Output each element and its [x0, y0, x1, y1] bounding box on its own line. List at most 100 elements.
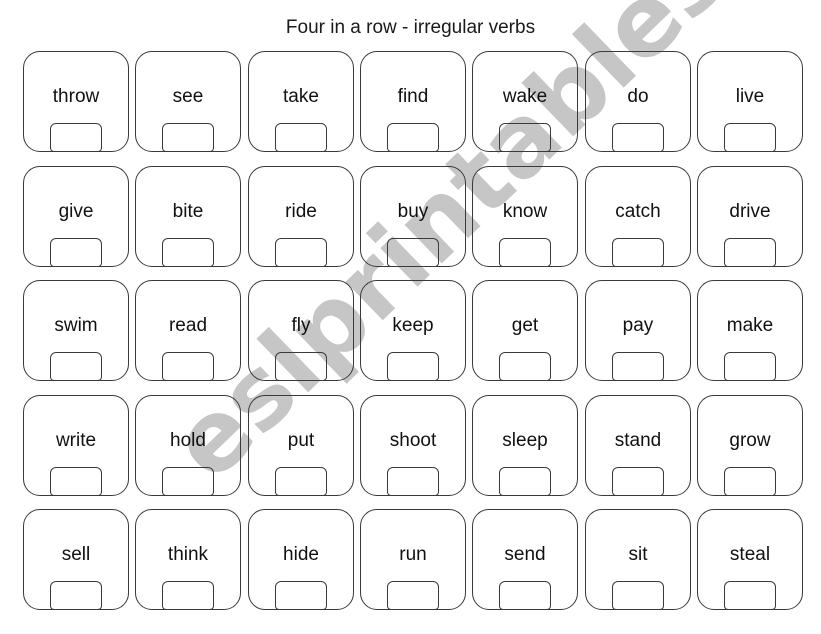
verb-label: stand [614, 430, 662, 451]
verb-label: drive [729, 201, 771, 222]
answer-slot[interactable] [387, 581, 439, 610]
verb-card[interactable]: live [697, 51, 803, 152]
verb-card[interactable]: grow [697, 395, 803, 496]
verb-card[interactable]: sell [23, 509, 129, 610]
verb-label: ride [285, 201, 317, 222]
answer-slot[interactable] [499, 581, 551, 610]
verb-label: wake [502, 86, 548, 107]
verb-label: take [283, 86, 319, 107]
verb-card[interactable]: send [472, 509, 578, 610]
verb-card[interactable]: sit [585, 509, 691, 610]
verb-card[interactable]: know [472, 166, 578, 267]
verb-card[interactable]: steal [697, 509, 803, 610]
verb-card[interactable]: fly [248, 280, 354, 381]
verb-label: send [504, 544, 546, 565]
verb-card[interactable]: see [135, 51, 241, 152]
answer-slot[interactable] [387, 352, 439, 381]
verb-card[interactable]: catch [585, 166, 691, 267]
answer-slot[interactable] [275, 581, 327, 610]
verb-card[interactable]: ride [248, 166, 354, 267]
verb-card[interactable]: drive [697, 166, 803, 267]
verb-card[interactable]: read [135, 280, 241, 381]
verb-label: buy [397, 201, 429, 222]
verb-card[interactable]: find [360, 51, 466, 152]
answer-slot[interactable] [50, 581, 102, 610]
verb-label: put [287, 430, 315, 451]
answer-slot[interactable] [50, 352, 102, 381]
verb-card[interactable]: make [697, 280, 803, 381]
answer-slot[interactable] [499, 352, 551, 381]
answer-slot[interactable] [612, 467, 664, 496]
verb-card[interactable]: buy [360, 166, 466, 267]
verb-label: hold [170, 430, 206, 451]
answer-slot[interactable] [724, 467, 776, 496]
verb-label: shoot [389, 430, 437, 451]
verb-label: throw [52, 86, 100, 107]
verb-label: sell [61, 544, 91, 565]
verb-card[interactable]: keep [360, 280, 466, 381]
verb-label: give [58, 201, 94, 222]
verb-card[interactable]: do [585, 51, 691, 152]
verb-card[interactable]: put [248, 395, 354, 496]
verb-label: pay [622, 315, 654, 336]
verb-label: run [399, 544, 427, 565]
verb-card[interactable]: write [23, 395, 129, 496]
verb-board: throw see take find wake do live give bite ride bu… [0, 0, 821, 634]
answer-slot[interactable] [50, 123, 102, 152]
answer-slot[interactable] [275, 123, 327, 152]
verb-label: make [726, 315, 774, 336]
verb-card[interactable]: wake [472, 51, 578, 152]
verb-card[interactable]: hold [135, 395, 241, 496]
verb-card[interactable]: get [472, 280, 578, 381]
verb-label: write [55, 430, 97, 451]
answer-slot[interactable] [275, 467, 327, 496]
answer-slot[interactable] [162, 467, 214, 496]
verb-label: catch [615, 201, 661, 222]
verb-card[interactable]: stand [585, 395, 691, 496]
verb-label: fly [291, 315, 311, 336]
verb-label: sit [628, 544, 648, 565]
answer-slot[interactable] [387, 123, 439, 152]
answer-slot[interactable] [387, 238, 439, 267]
verb-card[interactable]: sleep [472, 395, 578, 496]
verb-card[interactable]: think [135, 509, 241, 610]
answer-slot[interactable] [162, 123, 214, 152]
verb-label: grow [729, 430, 771, 451]
answer-slot[interactable] [162, 238, 214, 267]
answer-slot[interactable] [499, 123, 551, 152]
verb-card[interactable]: throw [23, 51, 129, 152]
verb-label: find [397, 86, 429, 107]
answer-slot[interactable] [612, 123, 664, 152]
verb-label: read [168, 315, 208, 336]
verb-card[interactable]: pay [585, 280, 691, 381]
answer-slot[interactable] [275, 238, 327, 267]
verb-card[interactable]: shoot [360, 395, 466, 496]
verb-card[interactable]: take [248, 51, 354, 152]
answer-slot[interactable] [724, 352, 776, 381]
verb-card[interactable]: bite [135, 166, 241, 267]
verb-label: live [735, 86, 765, 107]
verb-label: do [627, 86, 649, 107]
verb-label: steal [729, 544, 771, 565]
verb-card[interactable]: hide [248, 509, 354, 610]
verb-card[interactable]: give [23, 166, 129, 267]
answer-slot[interactable] [162, 581, 214, 610]
answer-slot[interactable] [50, 238, 102, 267]
answer-slot[interactable] [612, 581, 664, 610]
answer-slot[interactable] [499, 467, 551, 496]
answer-slot[interactable] [612, 238, 664, 267]
answer-slot[interactable] [724, 581, 776, 610]
verb-card[interactable]: run [360, 509, 466, 610]
verb-label: think [167, 544, 209, 565]
answer-slot[interactable] [162, 352, 214, 381]
page-title: Four in a row - irregular verbs [285, 17, 536, 38]
answer-slot[interactable] [50, 467, 102, 496]
answer-slot[interactable] [612, 352, 664, 381]
answer-slot[interactable] [275, 352, 327, 381]
answer-slot[interactable] [499, 238, 551, 267]
verb-label: swim [54, 315, 98, 336]
verb-card[interactable]: swim [23, 280, 129, 381]
answer-slot[interactable] [724, 123, 776, 152]
answer-slot[interactable] [387, 467, 439, 496]
answer-slot[interactable] [724, 238, 776, 267]
